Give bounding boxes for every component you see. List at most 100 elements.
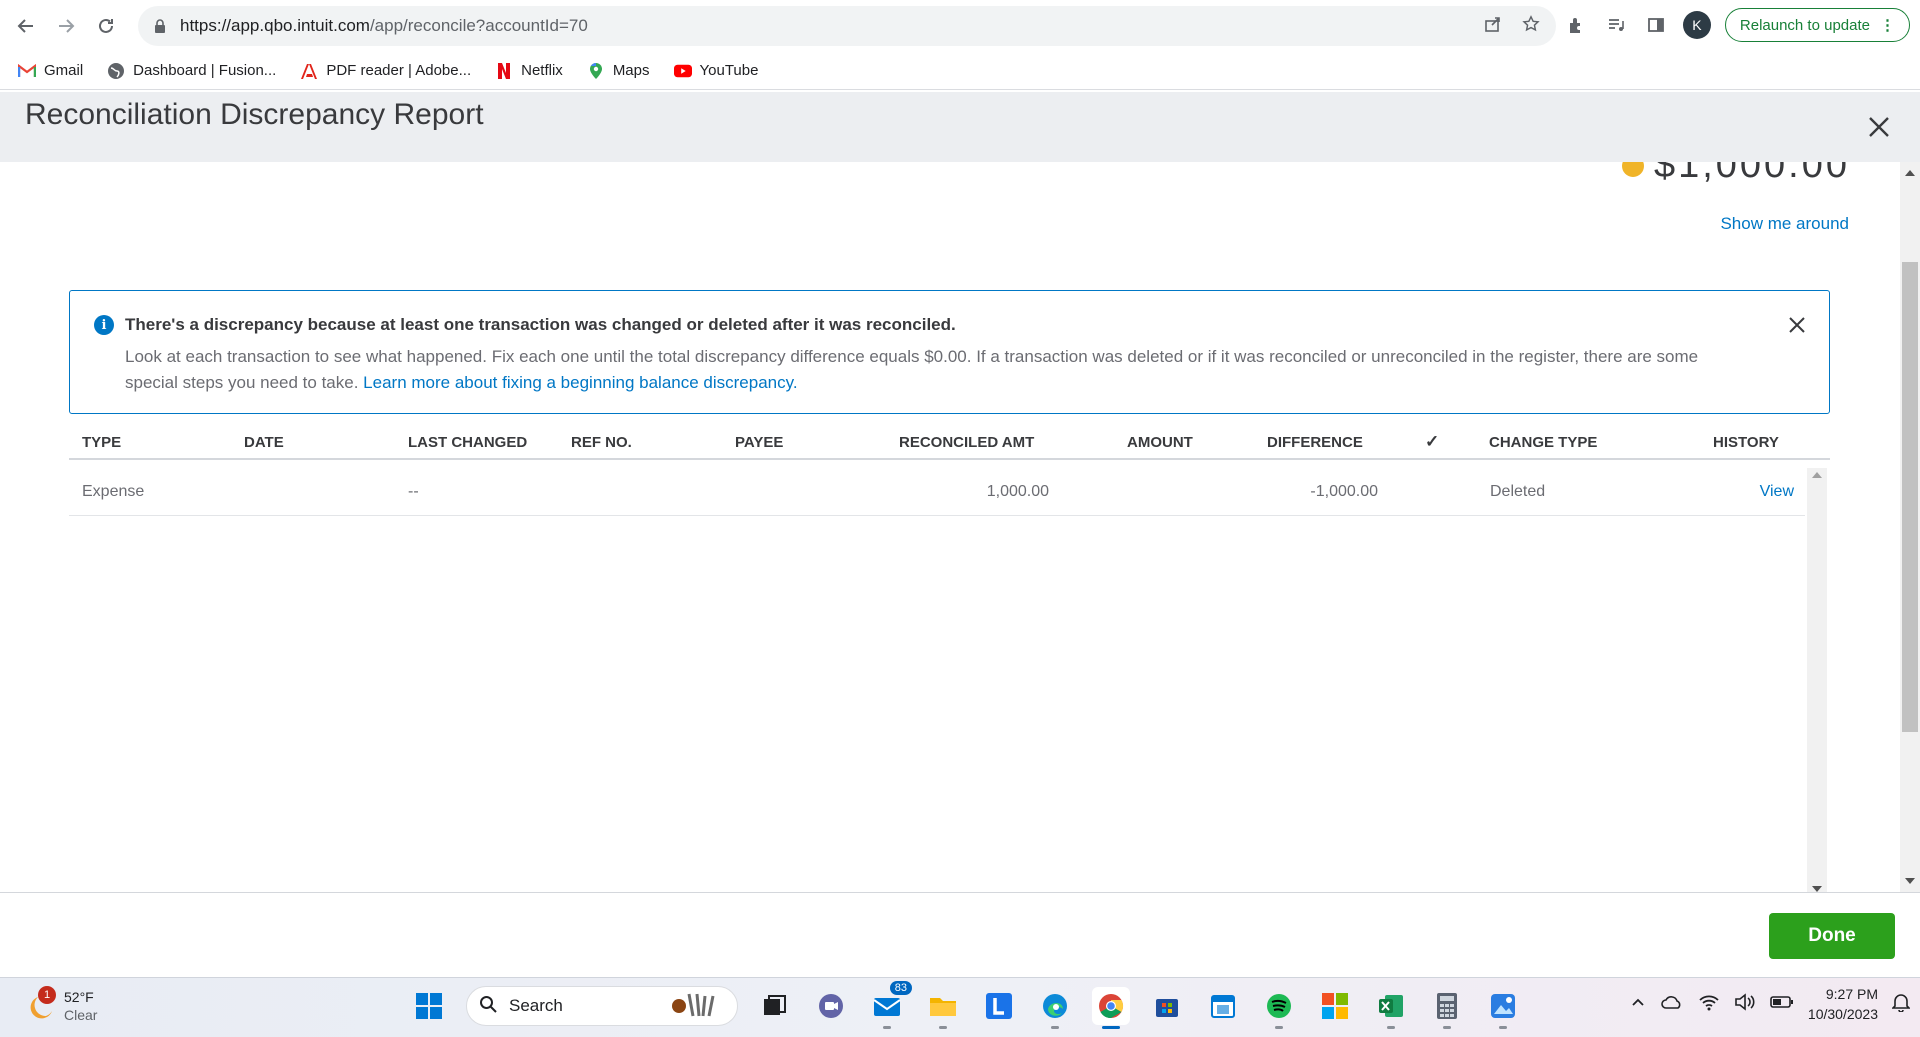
col-type[interactable]: TYPE [82,434,121,451]
more-vert-icon: ⋮ [1880,17,1895,34]
media-queue-icon[interactable] [1603,12,1629,38]
bookmark-netflix[interactable]: Netflix [495,62,563,80]
calculator-icon[interactable] [1428,987,1466,1029]
chrome-icon[interactable] [1092,987,1130,1029]
partial-amount: $1,000.00 [1621,162,1850,187]
page-scrollbar[interactable] [1900,162,1920,892]
page-title: Reconciliation Discrepancy Report [25,98,484,131]
alert-body-text: Look at each transaction to see what hap… [125,347,1699,392]
view-history-link[interactable]: View [1760,483,1794,501]
col-change-type[interactable]: CHANGE TYPE [1489,434,1597,451]
battery-icon[interactable] [1770,994,1794,1015]
partial-amount-value: $1,000.00 [1653,162,1850,186]
windows-start-icon[interactable] [410,987,448,1025]
running-indicator [939,1026,947,1029]
gmail-icon [18,62,36,80]
teams-chat-icon[interactable] [812,987,850,1025]
share-icon[interactable] [1484,15,1502,38]
maps-icon [587,62,605,80]
back-icon[interactable] [10,10,42,42]
outlook-calendar-icon[interactable] [1204,987,1242,1025]
alert-title: There's a discrepancy because at least o… [125,315,956,334]
file-explorer-icon[interactable] [924,987,962,1029]
bookmark-maps[interactable]: Maps [587,62,650,80]
col-check[interactable]: ✓ [1425,432,1439,452]
scroll-down-icon[interactable] [1905,878,1915,884]
extensions-icon[interactable] [1563,12,1589,38]
excel-icon[interactable] [1372,987,1410,1029]
search-label: Search [509,996,563,1015]
status-dot-icon [1621,162,1644,177]
task-view-icon[interactable] [756,987,794,1025]
close-icon[interactable] [1787,315,1807,335]
scroll-up-icon[interactable] [1812,472,1822,478]
bookmark-youtube[interactable]: YouTube [673,62,758,80]
table-scrollbar[interactable] [1807,468,1827,892]
running-indicator [1051,1026,1059,1029]
col-date[interactable]: DATE [244,434,284,451]
bookmarks-bar: Gmail Dashboard | Fusion... PDF reader |… [0,52,1920,90]
star-icon[interactable] [1522,14,1540,38]
table-header: TYPE DATE LAST CHANGED REF NO. PAYEE REC… [69,424,1830,460]
onedrive-icon[interactable] [1660,993,1684,1016]
running-indicator [1443,1026,1451,1029]
weather-temp: 52°F [64,989,94,1005]
chevron-up-icon[interactable] [1630,994,1646,1015]
system-clock[interactable]: 9:27 PM 10/30/2023 [1808,984,1878,1024]
lock-icon[interactable] [152,18,168,34]
bookmark-gmail[interactable]: Gmail [18,62,83,80]
mail-icon[interactable]: 83 [868,981,912,1029]
col-amount[interactable]: AMOUNT [1127,434,1193,451]
forward-icon[interactable] [50,10,82,42]
search-icon [479,995,497,1018]
col-payee[interactable]: PAYEE [735,434,783,451]
scroll-thumb[interactable] [1902,262,1918,732]
cell-type: Expense [82,483,145,500]
show-me-around-link[interactable]: Show me around [1720,214,1849,234]
search-highlight-icon [667,990,725,1023]
scroll-up-icon[interactable] [1905,170,1915,176]
col-difference[interactable]: DIFFERENCE [1267,434,1363,451]
bookmark-adobe[interactable]: PDF reader | Adobe... [300,62,471,80]
weather-widget[interactable]: 1 52°F Clear [24,986,97,1024]
microsoft-icon[interactable] [1316,987,1354,1025]
url-text: https://app.qbo.intuit.com/app/reconcile… [180,16,588,36]
reload-icon[interactable] [90,10,122,42]
browser-toolbar: https://app.qbo.intuit.com/app/reconcile… [0,0,1920,52]
col-reconciled-amt[interactable]: RECONCILED AMT [899,434,1034,451]
col-ref-no[interactable]: REF NO. [571,434,632,451]
youtube-icon [673,62,692,80]
photos-icon[interactable] [1484,987,1522,1029]
side-panel-icon[interactable] [1643,12,1669,38]
cell-last-changed: -- [408,483,419,500]
edge-icon[interactable] [1036,987,1074,1029]
store-icon[interactable] [1148,987,1186,1025]
table-row[interactable]: Expense -- 1,000.00 -1,000.00 Deleted Vi… [69,468,1805,516]
bookmark-dashboard[interactable]: Dashboard | Fusion... [107,62,276,80]
running-indicator [1499,1026,1507,1029]
wifi-icon[interactable] [1698,993,1720,1016]
address-bar[interactable]: https://app.qbo.intuit.com/app/reconcile… [138,6,1556,46]
learn-more-link[interactable]: Learn more about fixing a beginning bala… [363,373,797,392]
bookmark-label: Gmail [44,62,84,79]
taskbar-search[interactable]: Search [466,986,738,1026]
taskbar: 1 52°F Clear Search 83 9:27 PM 10/30/202… [0,977,1920,1037]
done-button[interactable]: Done [1769,913,1895,959]
moon-icon: 1 [24,986,56,1022]
spotify-icon[interactable] [1260,987,1298,1029]
profile-avatar[interactable]: K [1682,11,1711,39]
relaunch-button[interactable]: Relaunch to update ⋮ [1724,8,1910,42]
notification-bell-icon[interactable] [1891,992,1911,1017]
l-app-icon[interactable] [980,987,1018,1025]
running-indicator [1275,1026,1283,1029]
modal-header: Reconciliation Discrepancy Report [0,92,1920,162]
weather-badge: 1 [38,986,56,1004]
volume-icon[interactable] [1734,992,1756,1016]
running-indicator [1387,1026,1395,1029]
modal-body: $1,000.00 Show me around i There's a dis… [0,162,1920,892]
bookmark-label: Netflix [521,62,563,79]
col-history[interactable]: HISTORY [1713,434,1779,451]
relaunch-label: Relaunch to update [1739,16,1870,34]
close-icon[interactable] [1866,114,1892,140]
col-last-changed[interactable]: LAST CHANGED [408,434,527,451]
